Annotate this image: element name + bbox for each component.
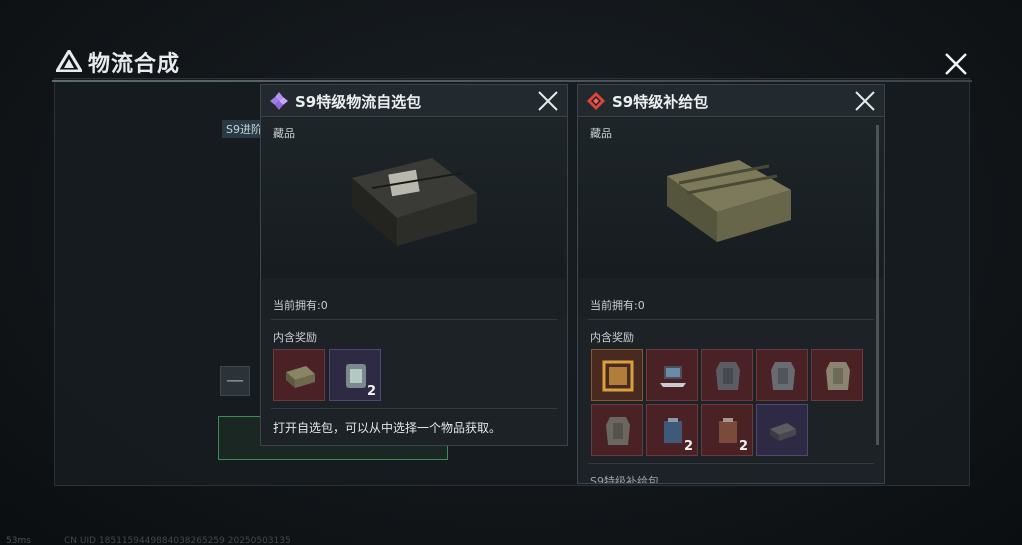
reward-slot-armor-vest-3[interactable]	[811, 349, 863, 401]
armor-vest-icon	[771, 362, 795, 390]
item-card-supply-pack: S9特级补给包 藏品 当前拥有:0 内含奖励 2 2 S9特级补给包	[577, 84, 885, 484]
close-icon[interactable]	[942, 50, 970, 78]
item-card-logistics-pack: S9特级物流自选包 藏品 当前拥有:0 内含奖励 2 打开自选包，可以从中选择一	[260, 84, 568, 446]
reward-slot-module-box[interactable]: 2	[329, 349, 381, 401]
dark-supply-crate-image	[352, 158, 477, 246]
close-icon[interactable]	[854, 90, 876, 112]
red-rarity-gem-icon	[587, 92, 605, 110]
ammo-box-icon	[770, 423, 796, 441]
reward-slot-painting[interactable]	[591, 349, 643, 401]
item-preview	[262, 118, 566, 278]
card-title: S9特级物流自选包	[295, 93, 422, 111]
armor-vest-icon	[716, 362, 740, 390]
divider	[271, 408, 557, 409]
uid-readout: CN UID 1851159449884038265259 2025050313…	[64, 536, 291, 545]
reward-slot-battery-1[interactable]: 2	[646, 404, 698, 456]
rewards-label: 内含奖励	[273, 331, 317, 344]
reward-slot-armor-vest-1[interactable]	[701, 349, 753, 401]
divider	[271, 319, 557, 320]
divider	[588, 319, 874, 320]
scrollbar[interactable]	[876, 125, 879, 445]
card-header: S9特级物流自选包	[261, 85, 567, 117]
reward-slot-armor-vest-4[interactable]	[591, 404, 643, 456]
supply-case-icon	[286, 366, 315, 388]
rewards-label: 内含奖励	[590, 331, 634, 344]
reward-count: 2	[366, 384, 376, 399]
item-description: 打开自选包，可以从中选择一个物品获取。	[273, 421, 502, 435]
divider	[588, 463, 874, 464]
latency-readout: 53ms	[6, 536, 31, 545]
owned-count: 当前拥有:0	[273, 299, 328, 312]
reward-slot-laptop[interactable]	[646, 349, 698, 401]
painting-icon	[602, 360, 634, 392]
decrease-button[interactable]: —	[220, 366, 250, 396]
reward-count: 2	[738, 439, 748, 454]
reward-slot-supply-case[interactable]	[273, 349, 325, 401]
item-category: 藏品	[590, 127, 612, 140]
page-title: 物流合成	[88, 52, 181, 77]
item-category: 藏品	[273, 127, 295, 140]
reward-slot-battery-2[interactable]: 2	[701, 404, 753, 456]
purple-rarity-gem-icon	[270, 92, 288, 110]
laptop-icon	[660, 366, 686, 387]
owned-count: 当前拥有:0	[590, 299, 645, 312]
card-title: S9特级补给包	[612, 93, 709, 111]
title-underline	[52, 80, 972, 82]
olive-supply-crate-image	[667, 160, 791, 242]
logistics-triangle-icon	[56, 50, 82, 72]
close-icon[interactable]	[537, 90, 559, 112]
item-preview	[579, 118, 883, 278]
armor-vest-icon	[606, 417, 630, 445]
item-description-truncated: S9特级补给包	[590, 475, 659, 483]
reward-slot-ammo-box[interactable]	[756, 404, 808, 456]
armor-vest-icon	[826, 362, 850, 390]
card-header: S9特级补给包	[578, 85, 884, 117]
reward-count: 2	[683, 439, 693, 454]
reward-slot-armor-vest-2[interactable]	[756, 349, 808, 401]
